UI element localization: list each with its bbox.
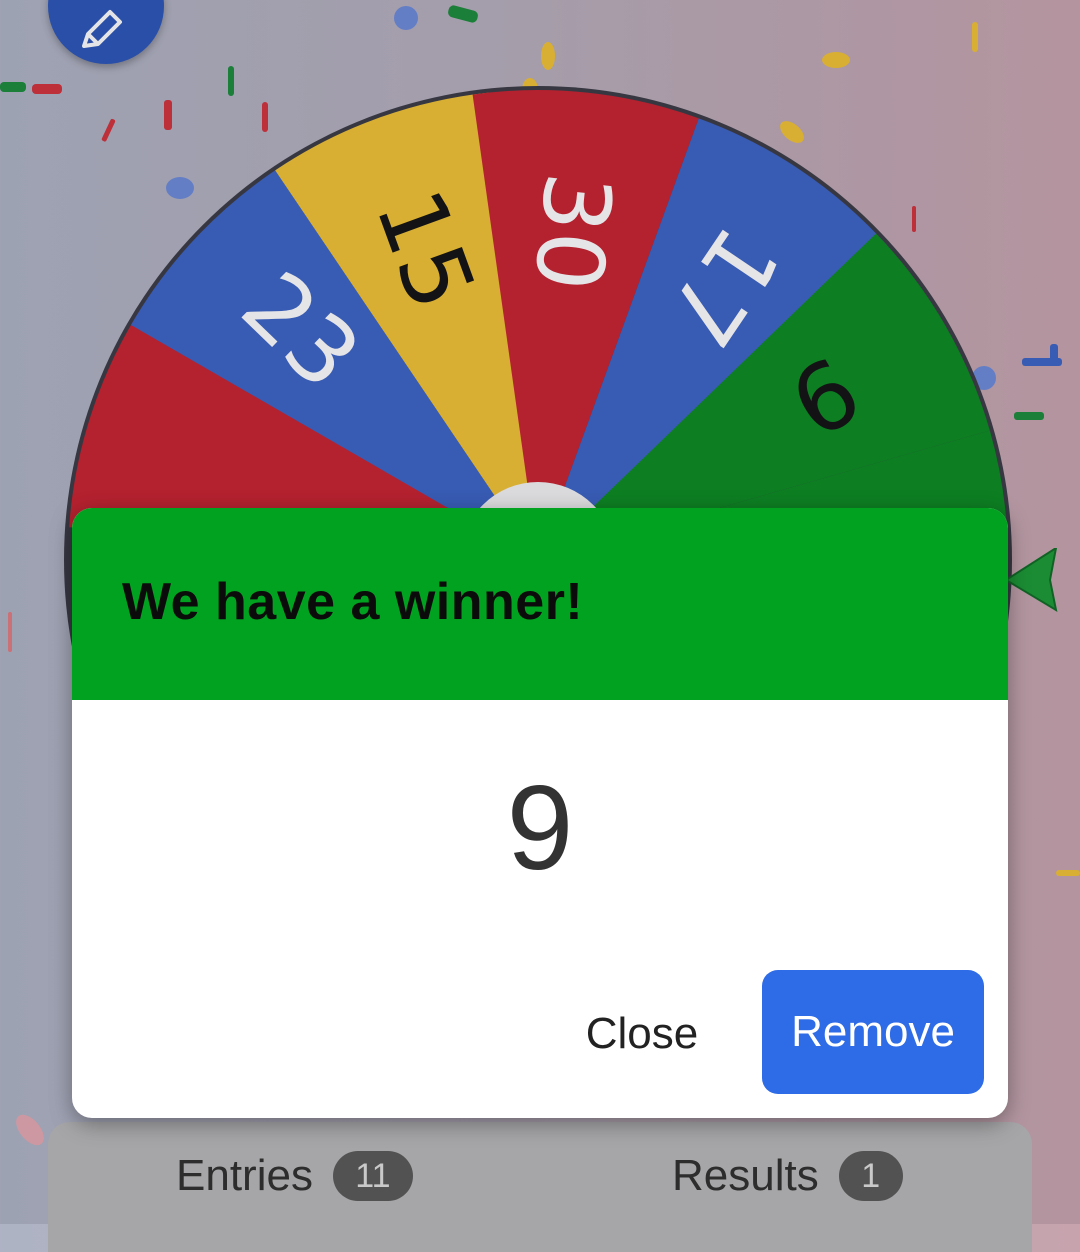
tab-entries-label: Entries <box>176 1151 313 1200</box>
bottom-tabs: Entries 11 Results 1 <box>48 1122 1032 1252</box>
remove-button[interactable]: Remove <box>762 970 984 1094</box>
entries-count-badge: 11 <box>332 1151 413 1201</box>
winner-dialog: We have a winner! 9 Close Remove <box>72 508 1008 1118</box>
close-button[interactable]: Close <box>554 1004 730 1064</box>
tab-results[interactable]: Results 1 <box>672 1148 903 1204</box>
results-count-badge: 1 <box>838 1151 903 1201</box>
winner-value: 9 <box>506 761 574 895</box>
dialog-title: We have a winner! <box>122 573 584 631</box>
tab-entries[interactable]: Entries 11 <box>176 1148 413 1204</box>
tab-results-label: Results <box>672 1151 819 1200</box>
app-screen: 23 15 30 17 9 Entries 11 Results 1 We have a… <box>0 0 1080 1252</box>
dialog-header: We have a winner! <box>72 508 1008 700</box>
